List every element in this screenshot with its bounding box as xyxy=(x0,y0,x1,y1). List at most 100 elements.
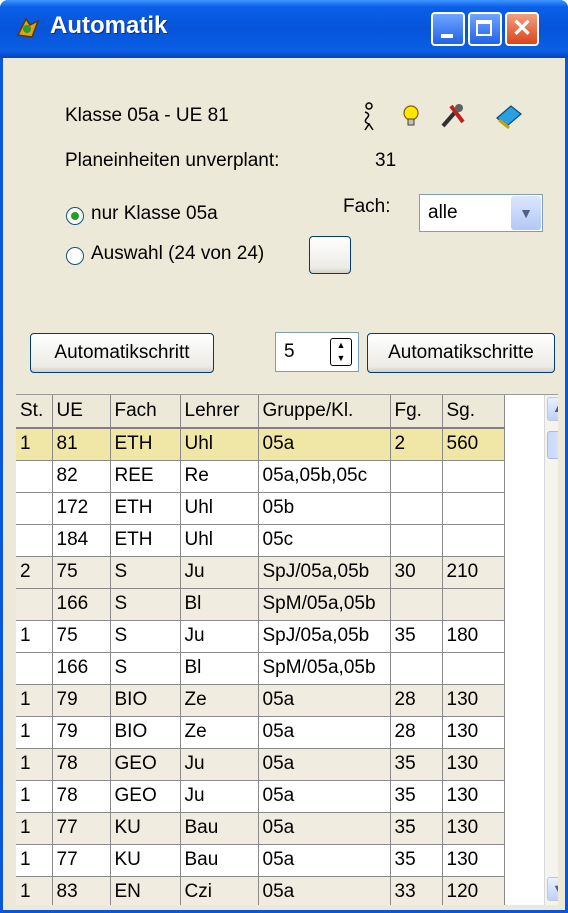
table-row[interactable]: 1 79 BIO Ze 05a 28 130 xyxy=(16,684,505,717)
column-header[interactable]: St. xyxy=(16,395,53,429)
window-title: Automatik xyxy=(50,12,168,39)
selection-button[interactable] xyxy=(309,236,351,274)
table-row[interactable]: 184 ETH Uhl 05c xyxy=(16,524,505,557)
table-cell: 83 xyxy=(52,876,111,905)
steps-spinner[interactable]: 5 ▲ ▼ xyxy=(275,332,359,372)
table-cell: Ju xyxy=(180,620,259,653)
table-cell xyxy=(390,492,443,525)
book-icon[interactable] xyxy=(493,100,525,132)
table-cell: Uhl xyxy=(180,524,259,557)
table-cell: 1 xyxy=(16,748,53,781)
table-row[interactable]: 1 78 GEO Ju 05a 35 130 xyxy=(16,780,505,813)
table-cell: KU xyxy=(110,812,181,845)
table-cell: Ze xyxy=(180,684,259,717)
automatik-window: Automatik ✕ Klasse 05a - UE 81 Planeinhe… xyxy=(0,0,568,913)
table-cell: 05a xyxy=(258,748,391,781)
automatic-step-button[interactable]: Automatikschritt xyxy=(30,333,214,373)
table-cell: 130 xyxy=(442,812,505,845)
table-cell xyxy=(390,588,443,621)
table-cell: ETH xyxy=(110,524,181,557)
table-cell: 172 xyxy=(52,492,111,525)
lightbulb-icon[interactable] xyxy=(395,100,427,132)
tools-icon[interactable] xyxy=(437,100,469,132)
minimize-button[interactable] xyxy=(431,12,465,46)
radio-only-class-label[interactable]: nur Klasse 05a xyxy=(91,203,218,225)
column-header[interactable]: Gruppe/Kl. xyxy=(258,395,391,429)
table-row[interactable]: 1 81 ETH Uhl 05a 2 560 xyxy=(16,428,505,461)
table-row[interactable]: 2 75 S Ju SpJ/05a,05b 30 210 xyxy=(16,556,505,589)
column-header[interactable]: Fg. xyxy=(390,395,443,429)
table-cell: Ze xyxy=(180,716,259,749)
table-row[interactable]: 166 S Bl SpM/05a,05b xyxy=(16,652,505,685)
radio-selection-label[interactable]: Auswahl (24 von 24) xyxy=(91,243,264,265)
table-row[interactable]: 1 77 KU Bau 05a 35 130 xyxy=(16,844,505,877)
table-cell: 05a xyxy=(258,812,391,845)
table-row[interactable]: 1 77 KU Bau 05a 35 130 xyxy=(16,812,505,845)
person-icon[interactable] xyxy=(353,100,385,132)
table-cell: BIO xyxy=(110,716,181,749)
table-cell: 82 xyxy=(52,460,111,493)
table-cell: 75 xyxy=(52,620,111,653)
table-row[interactable]: 166 S Bl SpM/05a,05b xyxy=(16,588,505,621)
table-row[interactable]: 1 78 GEO Ju 05a 35 130 xyxy=(16,748,505,781)
table-cell: ETH xyxy=(110,428,181,461)
table-cell: SpJ/05a,05b xyxy=(258,620,391,653)
up-down-icon[interactable]: ▲ ▼ xyxy=(330,338,352,366)
radio-selection[interactable] xyxy=(66,247,84,265)
table-cell xyxy=(16,460,53,493)
table-cell: 1 xyxy=(16,844,53,877)
table-cell: 1 xyxy=(16,876,53,905)
maximize-button[interactable] xyxy=(468,12,502,46)
column-header[interactable]: Sg. xyxy=(442,395,505,429)
close-button[interactable]: ✕ xyxy=(505,12,539,46)
column-header[interactable]: UE xyxy=(52,395,111,429)
table-cell: 28 xyxy=(390,716,443,749)
table-cell xyxy=(390,652,443,685)
radio-selected-dot xyxy=(71,212,79,220)
table-cell: 1 xyxy=(16,812,53,845)
table-cell: Bl xyxy=(180,652,259,685)
table-cell: ETH xyxy=(110,492,181,525)
table-cell: 05c xyxy=(258,524,391,557)
table-row[interactable]: 1 79 BIO Ze 05a 28 130 xyxy=(16,716,505,749)
table-cell: 33 xyxy=(390,876,443,905)
column-header[interactable]: Lehrer xyxy=(180,395,259,429)
fach-select[interactable]: alle ▼ xyxy=(419,194,543,232)
column-header[interactable]: Fach xyxy=(110,395,181,429)
table-cell: S xyxy=(110,556,181,589)
table-cell: 1 xyxy=(16,716,53,749)
radio-only-class[interactable] xyxy=(66,207,84,225)
automatic-steps-button[interactable]: Automatikschritte xyxy=(367,333,555,373)
table-cell: Uhl xyxy=(180,492,259,525)
table-row[interactable]: 82 REE Re 05a,05b,05c xyxy=(16,460,505,493)
unplanned-value: 31 xyxy=(375,150,397,171)
table-cell: 130 xyxy=(442,684,505,717)
table-cell: 75 xyxy=(52,556,111,589)
table-cell: 05a xyxy=(258,684,391,717)
table-row[interactable]: 172 ETH Uhl 05b xyxy=(16,492,505,525)
scroll-up-icon[interactable]: ▲ xyxy=(547,397,558,421)
table-cell: 1 xyxy=(16,780,53,813)
unplanned-label: Planeinheiten unverplant: xyxy=(65,150,280,171)
table-row[interactable]: 1 75 S Ju SpJ/05a,05b 35 180 xyxy=(16,620,505,653)
table-cell: KU xyxy=(110,844,181,877)
table-cell: BIO xyxy=(110,684,181,717)
table-cell xyxy=(16,588,53,621)
table-row[interactable]: 1 83 EN Czi 05a 33 120 xyxy=(16,876,505,905)
title-bar[interactable]: Automatik ✕ xyxy=(0,0,568,58)
planning-grid: St. UE Fach Lehrer Gruppe/Kl. Fg. Sg. 18… xyxy=(16,395,505,905)
scroll-down-icon[interactable]: ▼ xyxy=(547,877,558,901)
app-icon xyxy=(16,17,40,38)
table-cell xyxy=(16,652,53,685)
fach-select-value: alle xyxy=(428,202,458,223)
chevron-down-icon[interactable]: ▼ xyxy=(511,196,541,230)
table-cell: 05a xyxy=(258,844,391,877)
table-cell: 1 xyxy=(16,684,53,717)
minimize-icon xyxy=(441,34,453,38)
planning-table[interactable]: St. UE Fach Lehrer Gruppe/Kl. Fg. Sg. 18… xyxy=(16,394,558,905)
scroll-thumb[interactable] xyxy=(547,431,558,459)
table-cell: SpJ/05a,05b xyxy=(258,556,391,589)
table-cell xyxy=(442,492,505,525)
vertical-scrollbar[interactable]: ▲ ▼ xyxy=(544,395,558,905)
table-cell: 77 xyxy=(52,812,111,845)
